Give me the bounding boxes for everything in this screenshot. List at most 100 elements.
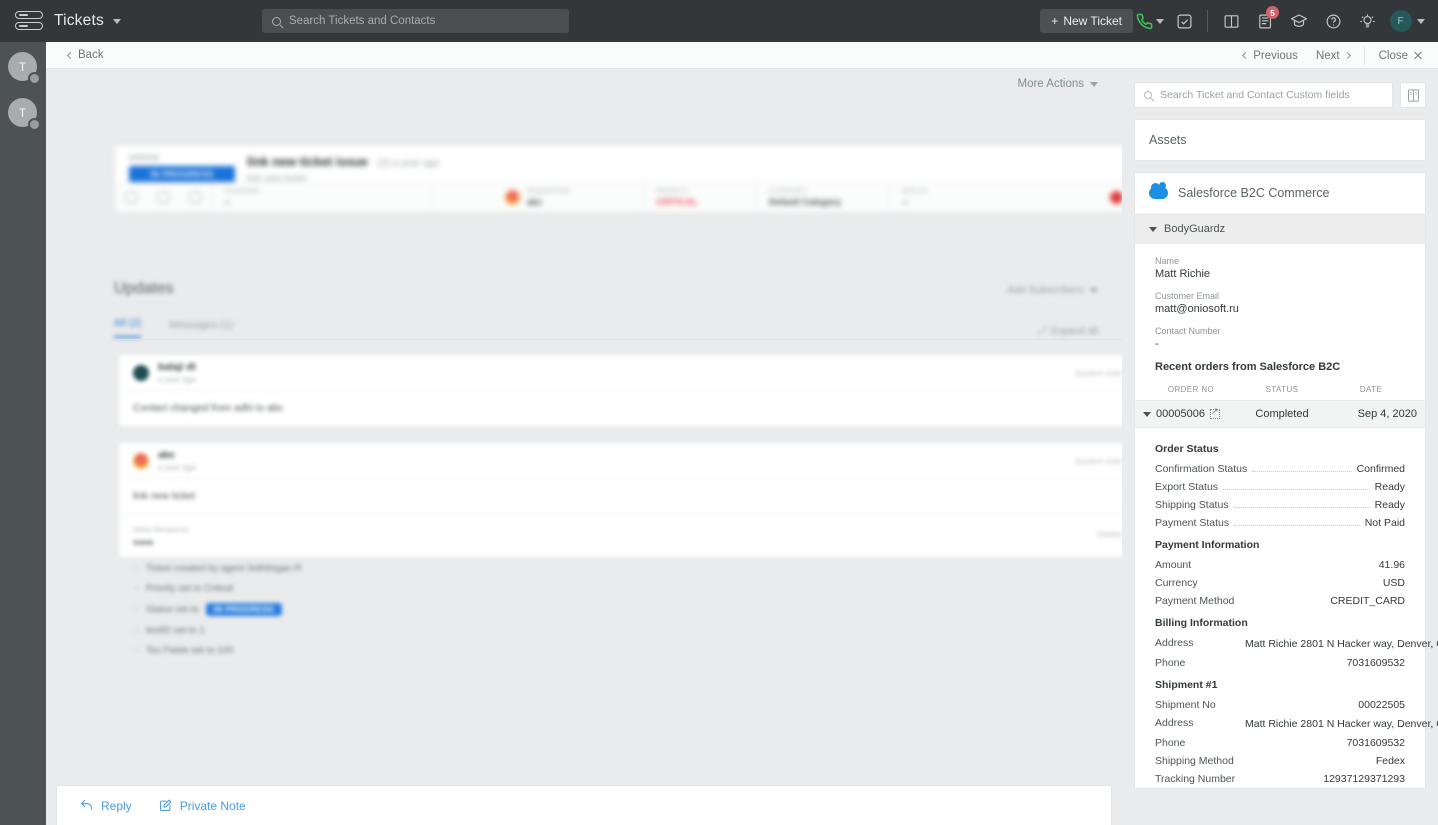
- detail-key: Address: [1155, 717, 1194, 730]
- detail-key: Export Status: [1155, 481, 1219, 493]
- page: Back Previous Next Close More Actions ST…: [46, 42, 1438, 825]
- external-link-icon[interactable]: [1209, 406, 1220, 419]
- app-logo[interactable]: [0, 11, 58, 31]
- prop-key: REQUESTER: [526, 188, 571, 195]
- ticket-prop-priority[interactable]: PRIORITY CRITICAL: [643, 182, 756, 213]
- detail-value: Fedex: [1375, 755, 1405, 768]
- ticket-prop-requester[interactable]: REQUESTER abc: [431, 182, 643, 213]
- detail-value: 12937129371293: [1323, 773, 1405, 786]
- user-menu[interactable]: F: [1384, 0, 1430, 42]
- chevron-down-icon[interactable]: [1156, 18, 1164, 24]
- ticket-prop-category[interactable]: CATEGORY Default Category: [756, 182, 889, 213]
- next-button[interactable]: Next: [1316, 50, 1351, 62]
- search-input[interactable]: [289, 15, 559, 27]
- ticket-prop-dueby[interactable]: DUE BY --: [889, 182, 1009, 213]
- assets-card: Assets: [1134, 119, 1426, 161]
- recipients-label: Other Recipients: [133, 525, 189, 534]
- chevron-down-icon[interactable]: [112, 18, 121, 24]
- new-ticket-button[interactable]: + New Ticket: [1040, 9, 1133, 33]
- check-square-icon: [1177, 14, 1191, 28]
- delete-button[interactable]: Delete: [1097, 529, 1122, 539]
- more-actions-button[interactable]: More Actions: [1018, 78, 1098, 90]
- tasks-button[interactable]: [1167, 0, 1201, 42]
- custom-fields-search-input[interactable]: [1160, 89, 1383, 101]
- custom-fields-search[interactable]: [1134, 82, 1393, 108]
- caret-down-icon[interactable]: [1143, 411, 1151, 417]
- updates-heading: Updates: [114, 280, 174, 297]
- log-item: testID set to 1: [134, 625, 301, 636]
- chevron-down-icon: [1090, 81, 1098, 87]
- tab-all[interactable]: All (2): [114, 317, 142, 338]
- chevron-down-icon: [1090, 287, 1098, 293]
- detail-value: 00022505: [1358, 699, 1405, 712]
- detail-value: Confirmed: [1356, 463, 1405, 475]
- news-button[interactable]: 5: [1248, 0, 1282, 42]
- field-key: Customer Email: [1155, 291, 1220, 301]
- avatar-initial: F: [1397, 15, 1404, 27]
- order-row[interactable]: 00005006 Completed Sep 4, 2020: [1135, 400, 1425, 428]
- detail-value: USD: [1382, 577, 1405, 589]
- ticket-prop-assignee[interactable]: ASSIGNEE --: [211, 182, 431, 213]
- close-button[interactable]: Close: [1379, 50, 1422, 62]
- rail-avatar-1[interactable]: T: [0, 48, 46, 88]
- ideas-button[interactable]: [1350, 0, 1384, 42]
- book-icon: [1407, 88, 1419, 102]
- dot-leader: [1233, 507, 1370, 508]
- ticket-status[interactable]: STATUS IN PROGRESS: [129, 155, 235, 184]
- orders-table-header: ORDER NO STATUS DATE: [1135, 385, 1425, 400]
- help-button[interactable]: [1316, 0, 1350, 42]
- caret-down-icon: [1149, 226, 1157, 232]
- add-subscribers-button[interactable]: Add Subscribers: [1007, 284, 1098, 296]
- activity-note-type: System note: [1074, 455, 1122, 466]
- expand-all-button[interactable]: ⤢ Expand all: [1038, 326, 1098, 337]
- search-icon: [1144, 91, 1152, 99]
- updates-tabs: All (2) Messages (1): [114, 317, 233, 338]
- private-note-button[interactable]: Private Note: [158, 798, 246, 813]
- phone-button[interactable]: [1133, 0, 1167, 42]
- detail-key: Shipment No: [1155, 699, 1216, 712]
- back-button[interactable]: Back: [66, 49, 104, 61]
- integration-header[interactable]: Salesforce B2C Commerce: [1135, 173, 1425, 214]
- detail-key: Phone: [1155, 657, 1186, 670]
- detail-key: Confirmation Status: [1155, 463, 1248, 475]
- avatar: [133, 452, 149, 469]
- attach-icon[interactable]: [115, 191, 147, 204]
- chevron-left-icon: [1242, 51, 1250, 60]
- previous-button[interactable]: Previous: [1242, 50, 1298, 62]
- order-status: Completed: [1255, 408, 1309, 420]
- academy-button[interactable]: [1282, 0, 1316, 42]
- detail-value: Matt Richie 2801 N Hacker way, Denver, C…: [1245, 718, 1438, 731]
- link-icon[interactable]: [179, 191, 211, 204]
- graduation-cap-icon: [1290, 14, 1308, 27]
- section-heading-shipment-1: Shipment #1: [1155, 679, 1218, 692]
- left-rail: T T: [0, 42, 46, 825]
- detail-key: Shipping Status: [1155, 499, 1229, 511]
- prop-value: Default Category: [769, 197, 842, 207]
- merge-icon[interactable]: [147, 191, 179, 204]
- knowledge-base-button[interactable]: [1400, 82, 1426, 108]
- account-group-header[interactable]: BodyGuardz: [1135, 214, 1425, 244]
- activity-time: a year ago: [158, 462, 196, 472]
- app-title[interactable]: Tickets: [54, 12, 121, 30]
- orders-heading: Recent orders from Salesforce B2C: [1155, 361, 1341, 373]
- log-text: Status set to: [146, 604, 199, 615]
- more-actions-label: More Actions: [1017, 78, 1084, 90]
- avatar-initial: T: [18, 59, 27, 74]
- expand-icon: ⤢: [1038, 326, 1047, 337]
- chevron-down-icon[interactable]: [1416, 18, 1425, 24]
- status-badge: IN PROGRESS: [129, 166, 235, 182]
- integration-name: Salesforce B2C Commerce: [1178, 186, 1330, 200]
- detail-row: Payment Status Not Paid: [1155, 514, 1405, 532]
- reply-button[interactable]: Reply: [79, 798, 132, 813]
- add-subscribers-label: Add Subscribers: [1006, 284, 1084, 296]
- order-date: Sep 4, 2020: [1357, 408, 1417, 420]
- global-search[interactable]: [262, 9, 569, 33]
- chevron-right-icon: [1343, 51, 1351, 60]
- prop-key: PRIORITY: [656, 188, 690, 195]
- rail-avatar-2[interactable]: T: [0, 94, 46, 134]
- salesforce-card: Salesforce B2C Commerce BodyGuardz Name …: [1134, 172, 1438, 790]
- servers-icon: [15, 11, 43, 31]
- tab-messages[interactable]: Messages (1): [169, 319, 233, 338]
- book-open-button[interactable]: [1214, 0, 1248, 42]
- prop-key: DUE BY: [902, 188, 929, 195]
